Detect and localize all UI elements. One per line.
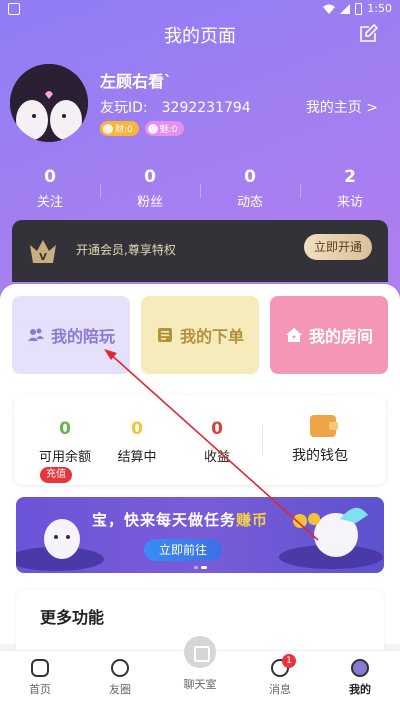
edit-icon[interactable] — [358, 24, 378, 44]
balance-value: 0 — [59, 419, 71, 439]
stat-label: 来访 — [336, 195, 363, 210]
tab-label: 友圈 — [109, 683, 131, 696]
order-icon — [157, 328, 172, 342]
username: 左顾右看` — [100, 72, 173, 91]
tab-moments[interactable]: 友圈 — [90, 659, 150, 697]
heart-icon — [147, 123, 158, 134]
house-icon — [285, 328, 302, 342]
my-homepage-link[interactable]: 我的主页 > — [306, 97, 378, 117]
uid-value: 3292231794 — [161, 100, 251, 116]
wallet-card: 0 可用余额 充值 0 结算中 0 收益 我的钱包 — [14, 395, 386, 485]
page-title: 我的页面 — [164, 26, 236, 47]
stat-following[interactable]: 0 关注 — [0, 166, 100, 210]
banner-text: 宝，快来每天做任务赚币 — [92, 509, 268, 530]
tab-label: 我的 — [349, 683, 371, 696]
recharge-button[interactable]: 充值 — [40, 467, 72, 483]
charm-badge: 魅:0 — [144, 121, 184, 136]
stat-fans[interactable]: 0 粉丝 — [100, 166, 200, 210]
pending-stat[interactable]: 0 结算中 — [104, 419, 170, 465]
vip-banner: V 开通会员,尊享特权 立即开通 — [12, 220, 388, 282]
stat-visitors[interactable]: 2 来访 — [300, 166, 400, 210]
circle-icon — [111, 659, 129, 677]
more-features-title: 更多功能 — [40, 608, 105, 627]
wealth-icon — [103, 123, 113, 134]
battery-icon — [355, 2, 363, 15]
stat-label: 粉丝 — [136, 195, 163, 210]
vip-text: 开通会员,尊享特权 — [76, 243, 176, 257]
stat-label: 关注 — [36, 195, 63, 210]
users-icon — [27, 328, 44, 341]
pending-label: 结算中 — [117, 450, 157, 465]
uid-row: 友玩ID: 3292231794 — [100, 97, 265, 117]
svg-text:V: V — [39, 252, 47, 263]
stat-label: 动态 — [236, 195, 263, 210]
tab-label: 消息 — [269, 683, 291, 696]
balance-label: 可用余额 — [38, 450, 91, 465]
pending-value: 0 — [131, 419, 143, 439]
tab-label: 聊天室 — [183, 678, 217, 691]
my-room-label: 我的房间 — [308, 327, 373, 346]
income-label: 收益 — [203, 450, 230, 465]
stat-value: 2 — [344, 167, 356, 187]
carousel-dots — [194, 566, 207, 569]
signal-icon — [340, 3, 351, 14]
tab-mine[interactable]: 我的 — [330, 659, 390, 697]
income-value: 0 — [211, 419, 223, 439]
tab-chatroom[interactable]: 聊天室 — [170, 634, 230, 692]
my-room-card[interactable]: 我的房间 — [270, 296, 388, 374]
profile-icon — [351, 659, 369, 677]
avatar-image — [10, 64, 88, 142]
stat-value: 0 — [244, 167, 256, 187]
level-badges: 财:0 魅:0 — [100, 121, 184, 136]
unread-badge: 1 — [282, 654, 296, 668]
profile-stats: 0 关注 0 粉丝 0 动态 2 来访 — [0, 166, 400, 210]
my-companions-card[interactable]: 我的陪玩 — [12, 296, 130, 374]
banner-text-highlight: 赚币 — [236, 511, 269, 529]
my-companions-label: 我的陪玩 — [50, 327, 115, 346]
notification-icon — [8, 3, 20, 15]
tab-messages[interactable]: 1 消息 — [250, 654, 310, 697]
my-orders-label: 我的下单 — [179, 327, 244, 346]
home-icon — [31, 659, 49, 677]
go-now-button[interactable]: 立即前往 — [144, 539, 222, 561]
stat-value: 0 — [44, 167, 56, 187]
tab-label: 首页 — [29, 683, 51, 696]
wifi-icon — [323, 4, 336, 14]
wallet-icon[interactable] — [310, 415, 338, 437]
vip-crown-icon: V — [30, 240, 56, 263]
stat-posts[interactable]: 0 动态 — [200, 166, 300, 210]
balance-stat[interactable]: 0 可用余额 — [24, 419, 106, 465]
open-vip-button[interactable]: 立即开通 — [304, 234, 372, 260]
chatroom-icon — [182, 634, 218, 670]
task-banner[interactable]: 宝，快来每天做任务赚币 立即前往 — [16, 497, 384, 573]
tab-home[interactable]: 首页 — [10, 659, 70, 697]
uid-label: 友玩ID: — [100, 100, 148, 116]
wealth-badge-label: 财:0 — [115, 125, 133, 135]
my-wallet-link[interactable]: 我的钱包 — [292, 445, 348, 465]
my-orders-card[interactable]: 我的下单 — [141, 296, 259, 374]
status-bar: 1:50 — [0, 0, 400, 18]
divider — [262, 425, 263, 455]
banner-text-main: 宝，快来每天做任务 — [92, 511, 237, 529]
stat-value: 0 — [144, 167, 156, 187]
income-stat[interactable]: 0 收益 — [184, 419, 250, 465]
status-time: 1:50 — [367, 2, 392, 15]
wealth-badge: 财:0 — [100, 121, 139, 136]
charm-badge-label: 魅:0 — [159, 125, 178, 135]
avatar[interactable] — [10, 64, 88, 142]
